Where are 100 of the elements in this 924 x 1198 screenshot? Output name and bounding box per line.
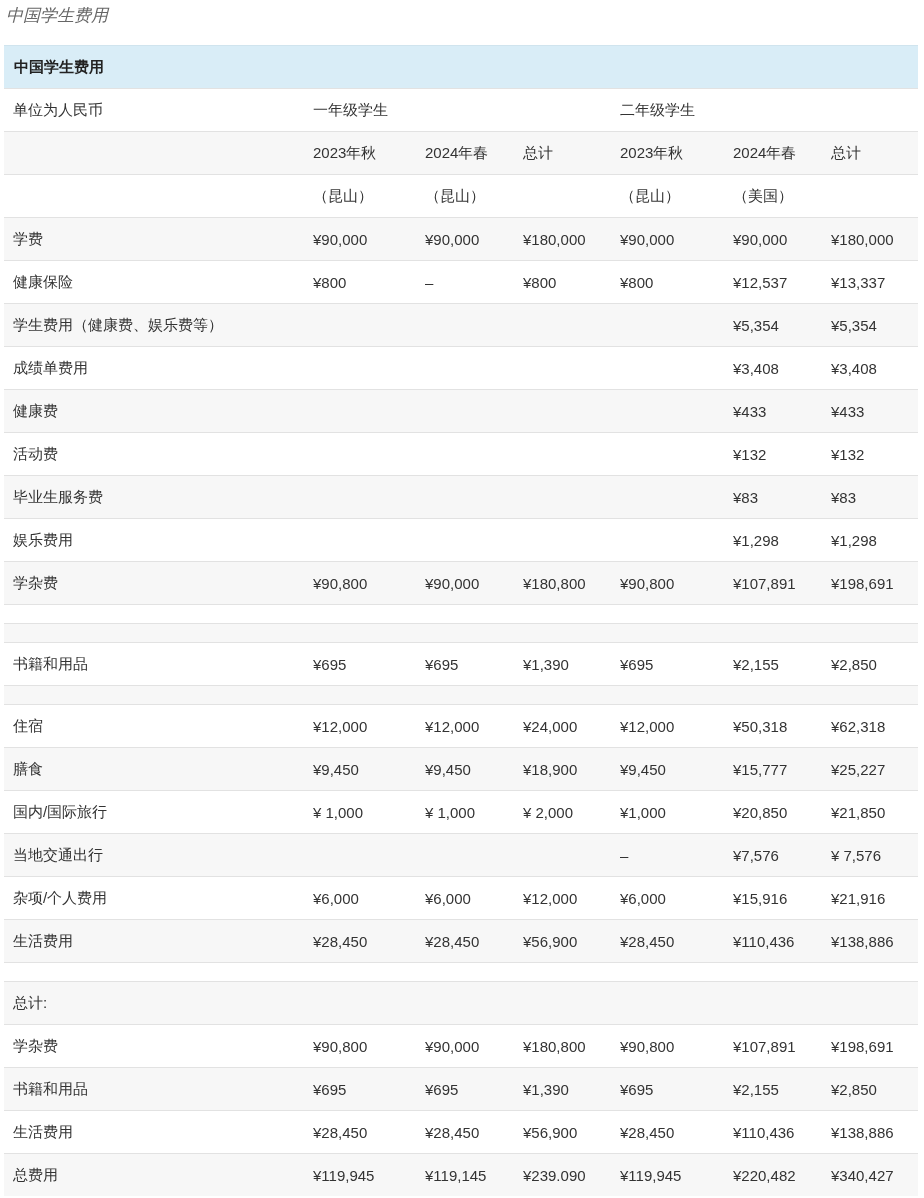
- table-cell: ¥695: [313, 1080, 347, 1098]
- table-cell: ¥2,155: [733, 655, 779, 673]
- table-cell: 2023年秋: [620, 143, 684, 163]
- table-cell: ¥90,000: [425, 574, 480, 592]
- table-cell: ¥132: [831, 445, 865, 463]
- table-cell: 健康费: [13, 401, 58, 421]
- table-cell: 总计: [523, 143, 553, 163]
- table-cell: （美国）: [733, 186, 793, 206]
- table-cell: 生活费用: [13, 931, 73, 951]
- table-cell: ¥1,298: [733, 531, 779, 549]
- table-cell: 总计:: [13, 993, 48, 1013]
- table-cell: ¥20,850: [733, 803, 788, 821]
- table-cell: ¥9,450: [425, 760, 471, 778]
- table-cell: ¥12,537: [733, 273, 788, 291]
- table-cell: ¥3,408: [733, 359, 779, 377]
- table-cell: ¥90,800: [620, 1037, 675, 1055]
- table-cell: ¥138,886: [831, 1123, 894, 1141]
- table-cell: ¥13,337: [831, 273, 886, 291]
- table-cell: ¥695: [425, 1080, 459, 1098]
- table-cell: ¥119,945: [313, 1166, 375, 1184]
- table-cell: ¥433: [733, 402, 767, 420]
- table-cell: 学杂费: [13, 1036, 58, 1056]
- table-cell: 单位为人民币: [13, 100, 103, 120]
- table-cell: （昆山）: [620, 186, 680, 206]
- table-cell: 成绩单费用: [13, 358, 88, 378]
- table-cell: ¥132: [733, 445, 767, 463]
- table-caption: 中国学生费用: [5, 5, 111, 27]
- table-cell: ¥90,000: [620, 230, 675, 248]
- table-cell: ¥28,450: [620, 932, 675, 950]
- table-cell: 2023年秋: [313, 143, 377, 163]
- table-cell: 毕业生服务费: [13, 487, 103, 507]
- table-cell: ¥12,000: [425, 717, 480, 735]
- table-cell: 二年级学生: [620, 100, 695, 120]
- table-cell: ¥90,000: [425, 1037, 480, 1055]
- table-cell: ¥ 1,000: [425, 803, 476, 821]
- table-cell: ¥138,886: [831, 932, 894, 950]
- table-title: 中国学生费用: [4, 46, 918, 88]
- table-cell: ¥1,000: [620, 803, 666, 821]
- table-cell: 娱乐费用: [13, 530, 73, 550]
- table-cell: ¥56,900: [523, 1123, 578, 1141]
- table-cell: ¥56,900: [523, 932, 578, 950]
- table-cell: ¥198,691: [831, 574, 894, 592]
- table-cell: ¥15,777: [733, 760, 788, 778]
- table-cell: ¥28,450: [425, 932, 480, 950]
- table-cell: ¥5,354: [733, 316, 779, 334]
- table-cell: ¥15,916: [733, 889, 788, 907]
- table-cell: ¥198,691: [831, 1037, 894, 1055]
- table-cell: 学生费用（健康费、娱乐费等）: [13, 315, 223, 335]
- table-cell: ¥695: [620, 655, 654, 673]
- table-cell: ¥180,000: [523, 230, 586, 248]
- table-cell: ¥90,800: [313, 1037, 368, 1055]
- table-cell: ¥ 2,000: [523, 803, 574, 821]
- table-cell: ¥7,576: [733, 846, 779, 864]
- table-cell: ¥90,800: [620, 574, 675, 592]
- table-cell: ¥83: [831, 488, 857, 506]
- table-cell: ¥107,891: [733, 1037, 796, 1055]
- table-cell: ¥90,000: [733, 230, 788, 248]
- table-cell: ¥28,450: [313, 1123, 368, 1141]
- table-cell: ¥2,850: [831, 655, 877, 673]
- table-cell: ¥220,482: [733, 1166, 796, 1184]
- table-cell: ¥28,450: [620, 1123, 675, 1141]
- table-cell: ¥695: [425, 655, 459, 673]
- table-cell: ¥180,800: [523, 1037, 586, 1055]
- table-cell: ¥433: [831, 402, 865, 420]
- table-cell: 一年级学生: [313, 100, 388, 120]
- table-cell: ¥62,318: [831, 717, 886, 735]
- table-cell: ¥239.090: [523, 1166, 586, 1184]
- table-cell: ¥119,945: [620, 1166, 682, 1184]
- table-cell: ¥695: [620, 1080, 654, 1098]
- table-cell: ¥3,408: [831, 359, 877, 377]
- table-cell: ¥12,000: [313, 717, 368, 735]
- table-cell: 生活费用: [13, 1122, 73, 1142]
- table-cell: 健康保险: [13, 272, 73, 292]
- table-cell: ¥110,436: [733, 932, 795, 950]
- table-cell: 杂项/个人费用: [13, 888, 108, 908]
- table-cell: 学费: [13, 229, 43, 249]
- table-cell: –: [425, 273, 434, 291]
- table-cell: ¥90,800: [313, 574, 368, 592]
- table-cell: 学杂费: [13, 573, 58, 593]
- table-cell: ¥107,891: [733, 574, 796, 592]
- table-cell: （昆山）: [313, 186, 373, 206]
- table-cell: ¥180,000: [831, 230, 894, 248]
- table-cell: ¥6,000: [313, 889, 359, 907]
- table-cell: ¥5,354: [831, 316, 877, 334]
- table-cell: ¥12,000: [620, 717, 675, 735]
- table-cell: ¥24,000: [523, 717, 578, 735]
- table-cell: 总费用: [13, 1165, 58, 1185]
- table-cell: ¥9,450: [313, 760, 359, 778]
- table-cell: ¥6,000: [620, 889, 666, 907]
- table-cell: ¥800: [313, 273, 347, 291]
- table-cell: ¥28,450: [425, 1123, 480, 1141]
- table-cell: ¥ 7,576: [831, 846, 882, 864]
- table-cell: ¥12,000: [523, 889, 578, 907]
- table-cell: ¥119,145: [425, 1166, 487, 1184]
- table-cell: 总计: [831, 143, 861, 163]
- table-cell: ¥180,800: [523, 574, 586, 592]
- table-cell: 国内/国际旅行: [13, 802, 108, 822]
- table-cell: 2024年春: [425, 143, 489, 163]
- table-cell: ¥21,850: [831, 803, 886, 821]
- table-cell: ¥90,000: [425, 230, 480, 248]
